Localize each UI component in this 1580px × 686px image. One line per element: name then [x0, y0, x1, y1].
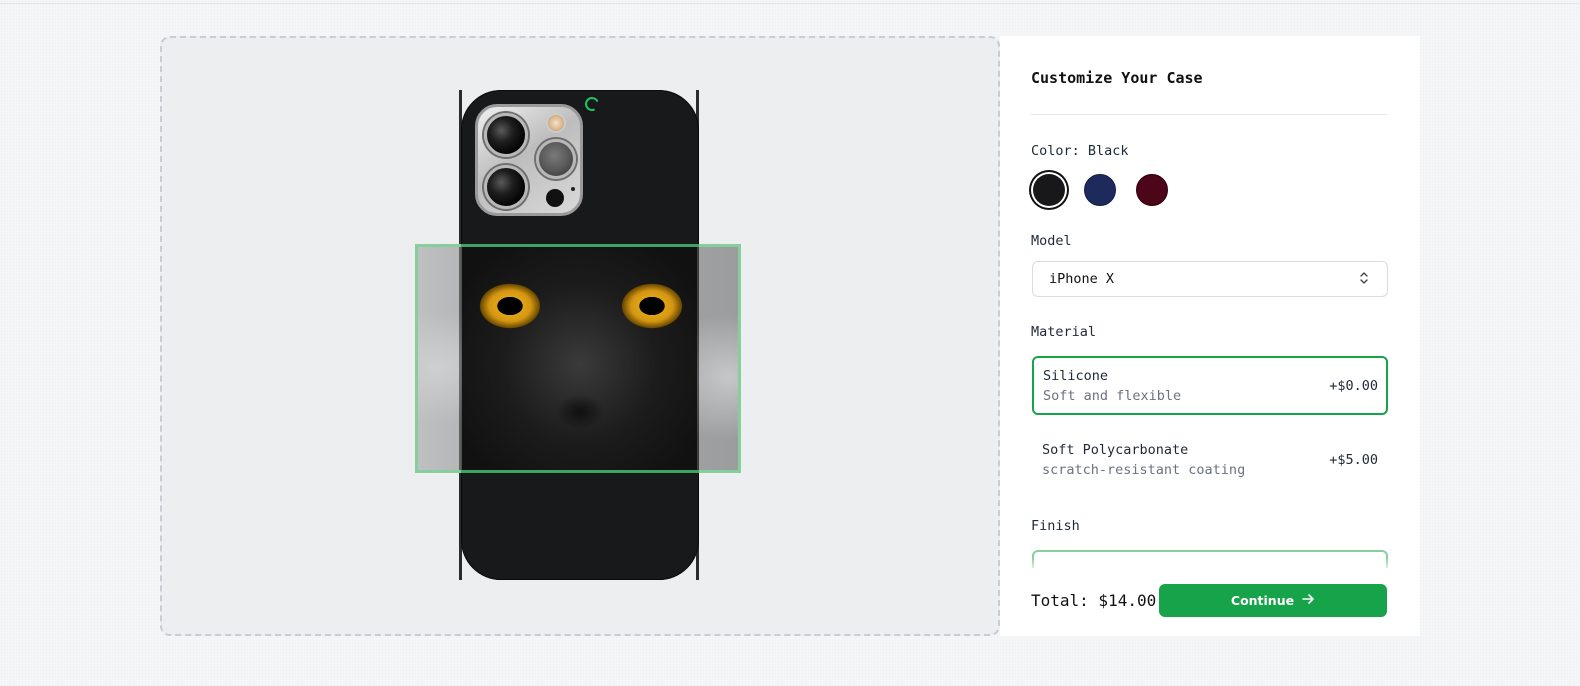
material-option-soft-polycarbonate[interactable]: Soft Polycarbonate scratch-resistant coa… — [1032, 433, 1388, 492]
material-option-name: Soft Polycarbonate — [1042, 442, 1189, 458]
customization-panel: Customize Your Case Color: Black Model i… — [1000, 36, 1420, 636]
lidar-sensor — [546, 189, 564, 207]
arrow-right-icon — [1302, 593, 1315, 608]
total-price: Total: $14.00 — [1031, 591, 1157, 610]
top-divider — [0, 3, 1580, 4]
color-swatch-rose[interactable] — [1136, 174, 1168, 206]
material-option-silicone[interactable]: Silicone Soft and flexible +$0.00 — [1032, 356, 1388, 415]
color-swatch-blue[interactable] — [1084, 174, 1116, 206]
material-option-name: Silicone — [1043, 368, 1109, 384]
camera-module — [475, 104, 583, 216]
model-select[interactable]: iPhone X — [1032, 261, 1388, 297]
camera-flash — [546, 113, 566, 133]
material-label: Material — [1031, 324, 1097, 340]
panel-title: Customize Your Case — [1031, 69, 1203, 87]
uploaded-image[interactable] — [462, 247, 697, 470]
continue-button-label: Continue — [1230, 593, 1295, 608]
finish-label: Finish — [1031, 518, 1080, 534]
model-select-value: iPhone X — [1049, 271, 1115, 287]
continue-button[interactable]: Continue — [1159, 584, 1387, 617]
material-option-price: +$0.00 — [1329, 378, 1378, 394]
material-option-description: Soft and flexible — [1043, 388, 1182, 404]
color-label: Color: Black — [1031, 143, 1129, 159]
frame-bottom-edge — [461, 470, 699, 473]
material-option-description: scratch-resistant coating — [1042, 462, 1246, 478]
material-option-price: +$5.00 — [1329, 452, 1378, 468]
camera-lens — [484, 113, 528, 157]
camera-mic — [571, 187, 575, 191]
model-label: Model — [1031, 233, 1072, 249]
chevron-up-down-icon — [1359, 270, 1369, 290]
camera-lens — [484, 165, 528, 209]
title-divider — [1031, 114, 1387, 115]
frame-top-edge — [461, 244, 699, 247]
camera-lens — [536, 139, 576, 179]
scroll-fade — [1000, 558, 1420, 572]
uploaded-image-resize-frame[interactable] — [415, 244, 741, 473]
color-swatch-black[interactable] — [1033, 174, 1065, 206]
